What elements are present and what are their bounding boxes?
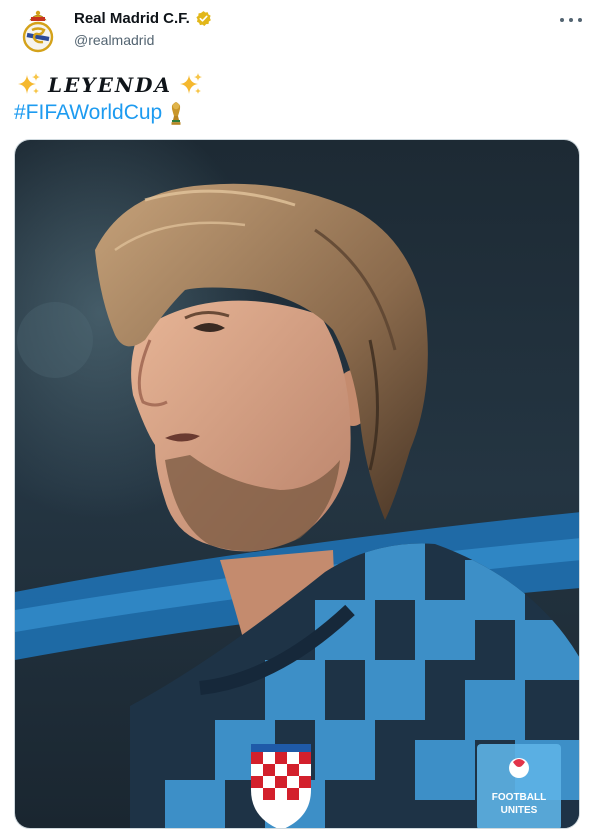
football-unites-badge: FOOTBALL UNITES [477, 744, 561, 828]
tweet-text-line-1: LEYENDA [16, 70, 204, 100]
more-dot [569, 18, 573, 22]
account-handle[interactable]: @realmadrid [74, 32, 154, 48]
author-name-row[interactable]: Real Madrid C.F. [74, 10, 212, 27]
tweet-media-photo[interactable]: FOOTBALL UNITES [14, 139, 580, 829]
more-options-icon[interactable] [560, 10, 582, 30]
gold-verified-badge-icon[interactable] [195, 10, 212, 27]
sparkles-icon [16, 72, 42, 98]
tweet-title: LEYENDA [48, 73, 172, 97]
player-photo: FOOTBALL UNITES [15, 140, 579, 828]
hashtag-link[interactable]: #FIFAWorldCup [14, 101, 162, 125]
sparkles-icon [178, 72, 204, 98]
more-dot [560, 18, 564, 22]
display-name[interactable]: Real Madrid C.F. [74, 10, 190, 27]
world-cup-trophy-icon [168, 100, 184, 126]
svg-text:UNITES: UNITES [501, 805, 538, 816]
more-dot [578, 18, 582, 22]
real-madrid-crest-icon[interactable] [18, 8, 58, 54]
tweet-text-line-2: #FIFAWorldCup [14, 99, 184, 127]
tweet-card: Real Madrid C.F. @realmadrid LEYENDA #FI… [0, 0, 607, 829]
svg-text:FOOTBALL: FOOTBALL [492, 792, 546, 803]
